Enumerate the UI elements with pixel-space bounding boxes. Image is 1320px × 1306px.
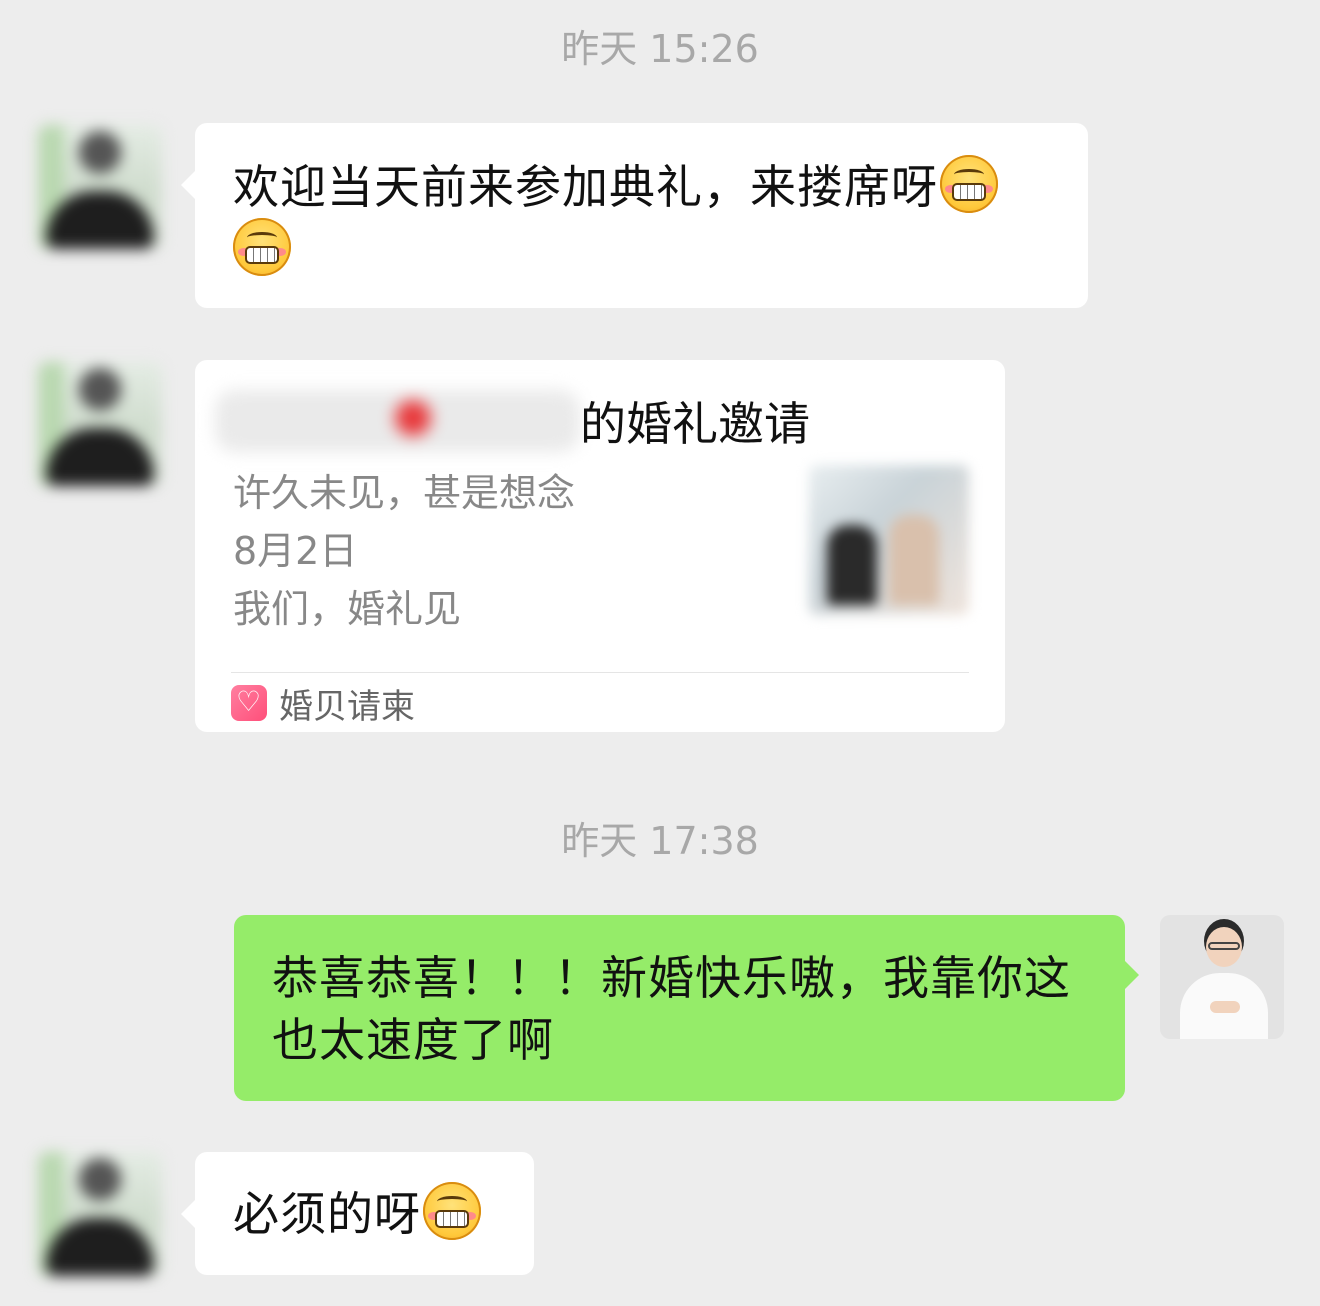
blurred-names: [215, 390, 580, 452]
friend-avatar[interactable]: [38, 1152, 162, 1276]
timestamp: 昨天 17:38: [561, 819, 759, 863]
grinning-face-icon: [423, 1182, 481, 1240]
message-text: 欢迎当天前来参加典礼，来搂席呀: [233, 160, 938, 214]
message-bubble[interactable]: 必须的呀: [181, 1152, 534, 1275]
grinning-face-icon: [233, 218, 291, 276]
message-bubble[interactable]: 欢迎当天前来参加典礼，来搂席呀: [181, 123, 1088, 308]
card-description: 许久未见，甚是想念 8月2日 我们，婚礼见: [233, 468, 575, 638]
message-text: 必须的呀: [233, 1187, 421, 1241]
message-bubble[interactable]: 恭喜恭喜！！！新婚快乐嗷，我靠你这也太速度了啊: [234, 915, 1139, 1101]
invitation-card[interactable]: 的婚礼邀请 许久未见，甚是想念 8月2日 我们，婚礼见 婚贝请柬: [195, 360, 1005, 732]
grinning-face-icon: [940, 155, 998, 213]
card-source-label: 婚贝请柬: [279, 686, 415, 727]
my-avatar[interactable]: [1160, 915, 1284, 1039]
heart-icon: [395, 400, 431, 436]
chat-window: 昨天 15:26 欢迎当天前来参加典礼，来搂席呀 的婚礼邀请 许久未见，甚是想念…: [0, 0, 1320, 1306]
friend-avatar[interactable]: [38, 362, 162, 486]
message-text: 恭喜恭喜！！！新婚快乐嗷，我靠你这也太速度了啊: [272, 951, 1071, 1067]
card-title: 的婚礼邀请: [580, 397, 810, 451]
app-logo-icon: [231, 685, 267, 721]
timestamp: 昨天 15:26: [561, 27, 759, 71]
card-desc-line: 我们，婚礼见: [233, 587, 462, 631]
friend-avatar[interactable]: [38, 125, 162, 249]
card-divider: [231, 672, 969, 673]
card-desc-line: 许久未见，甚是想念: [233, 471, 576, 515]
card-thumbnail: [809, 465, 969, 615]
card-desc-line: 8月2日: [233, 529, 358, 573]
card-footer: 婚贝请柬: [231, 682, 415, 727]
